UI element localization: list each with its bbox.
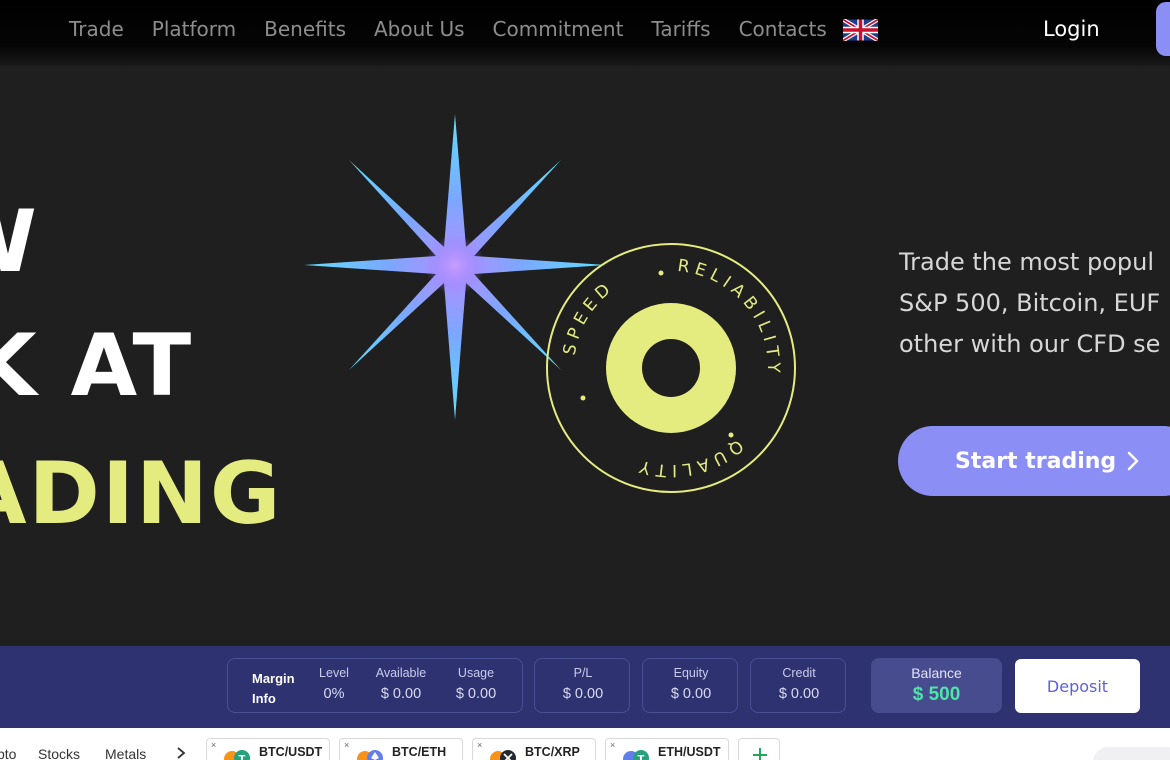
svg-text:T: T [638,754,645,760]
btc-xrp-coin-icon [490,750,516,760]
margin-available-value: $ 0.00 [380,686,422,702]
margin-label: Margin [252,671,295,686]
chevron-right-icon [1127,451,1139,471]
pl-value: $ 0.00 [562,686,604,702]
quality-badge-icon: SPEED RELIABILITY QUALITY [546,243,796,493]
headline-line-3: ADING [0,444,283,544]
account-bar: Margin Info Level 0% Available $ 0.00 Us… [0,646,1170,728]
balance-title: Balance [911,665,962,681]
start-trading-button[interactable]: Start trading [898,426,1170,496]
pair-name: BTC/ETH [392,745,447,759]
close-icon[interactable]: × [211,740,216,750]
credit-title: Credit [782,666,816,680]
nav-platform[interactable]: Platform [152,17,236,41]
top-nav: Trade Platform Benefits About Us Commitm… [0,0,1170,66]
close-icon[interactable]: × [477,740,482,750]
margin-level: Level 0% [314,666,354,702]
nav-about-us[interactable]: About Us [374,17,465,41]
svg-text:T: T [239,754,246,760]
category-crypto[interactable]: pto [0,746,16,760]
btc-eth-coin-icon [357,750,383,760]
pair-name: BTC/USDT [259,745,323,759]
nav-trade[interactable]: Trade [69,17,124,41]
margin-info-box: Margin Info Level 0% Available $ 0.00 Us… [227,658,523,713]
category-metals[interactable]: Metals [105,746,146,760]
signup-button[interactable] [1156,2,1170,56]
margin-info-label: Margin Info [252,669,295,709]
credit-box: Credit $ 0.00 [750,658,846,713]
balance-box: Balance $ 500 [871,658,1002,713]
margin-usage-title: Usage [457,666,495,680]
market-tabs: pto Stocks Metals × T BTC/USDT × BTC/ETH… [0,728,1170,760]
margin-available-title: Available [375,666,427,680]
pair-name: BTC/XRP [525,745,580,759]
svg-text:QUALITY: QUALITY [633,435,747,480]
pair-name: ETH/USDT [658,745,721,759]
margin-level-value: 0% [323,686,345,702]
close-icon[interactable]: × [610,740,615,750]
login-link[interactable]: Login [1043,17,1100,41]
headline-line-2: K AT [0,316,194,416]
margin-level-title: Level [319,666,349,680]
hero-tagline: Trade the most popul S&P 500, Bitcoin, E… [899,242,1170,365]
tagline-line-3: other with our CFD se [899,330,1161,358]
headline-line-1: W [0,192,39,292]
nav-commitment[interactable]: Commitment [493,17,624,41]
pair-tab-btc-eth[interactable]: × BTC/ETH [339,738,463,760]
nav-contacts[interactable]: Contacts [739,17,827,41]
account-toggle[interactable] [1093,747,1170,760]
margin-usage: Usage $ 0.00 [444,666,508,702]
hero-section: W K AT ADING SPEED RELIABILITY [0,66,1170,646]
plus-icon [753,748,767,760]
info-label: Info [252,691,276,706]
pair-tab-btc-usdt[interactable]: × T BTC/USDT [206,738,330,760]
pair-tab-btc-xrp[interactable]: × BTC/XRP [472,738,596,760]
pl-title: P/L [573,666,593,680]
nav-links: Trade Platform Benefits About Us Commitm… [69,17,878,41]
deposit-button[interactable]: Deposit [1015,659,1140,713]
badge-word-speed: SPEED [560,277,613,357]
margin-available: Available $ 0.00 [368,666,434,702]
tagline-line-2: S&P 500, Bitcoin, EUF [899,289,1161,317]
pair-tab-eth-usdt[interactable]: × T ETH/USDT [605,738,729,760]
credit-value: $ 0.00 [778,686,820,702]
equity-title: Equity [673,666,709,680]
chevron-right-icon[interactable] [176,746,186,760]
start-trading-label: Start trading [955,448,1117,474]
nav-benefits[interactable]: Benefits [264,17,346,41]
balance-value: $ 500 [912,684,961,705]
equity-value: $ 0.00 [670,686,712,702]
margin-usage-value: $ 0.00 [455,686,497,702]
pl-box: P/L $ 0.00 [534,658,630,713]
btc-usdt-coin-icon: T [224,750,250,760]
nav-tariffs[interactable]: Tariffs [651,17,710,41]
uk-flag-icon[interactable] [842,19,878,41]
equity-box: Equity $ 0.00 [642,658,738,713]
category-stocks[interactable]: Stocks [38,746,80,760]
svg-text:SPEED: SPEED [560,277,618,357]
tagline-line-1: Trade the most popul [899,248,1154,276]
close-icon[interactable]: × [344,740,349,750]
badge-word-quality: QUALITY [633,435,742,480]
eth-usdt-coin-icon: T [623,750,649,760]
add-pair-button[interactable] [738,738,780,760]
